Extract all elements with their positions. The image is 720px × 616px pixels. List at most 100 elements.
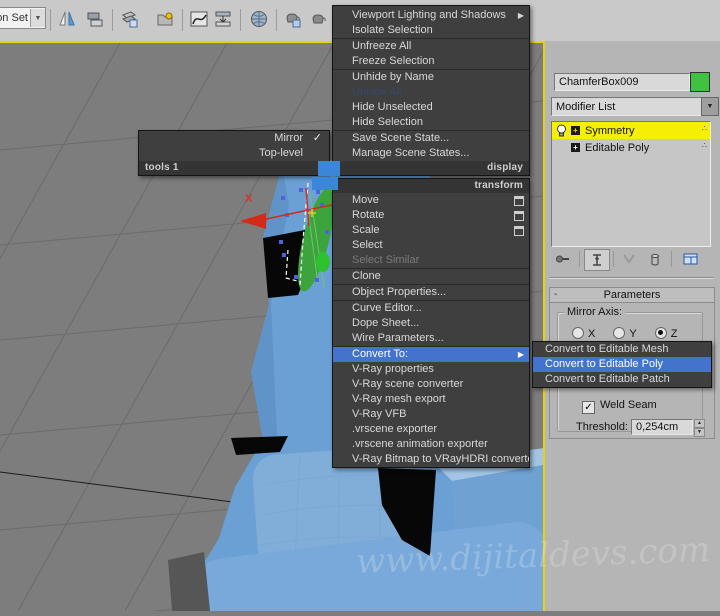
toolbar-button-layer-manager[interactable] [116,6,142,32]
toolbar-button-align[interactable] [82,6,108,32]
settings-box-icon[interactable] [514,226,524,236]
toolbar-button-curve-editor[interactable] [186,6,212,32]
collapse-icon[interactable]: - [554,288,557,302]
menu-item-mirror[interactable]: Mirror ✓ [139,131,329,146]
submenu-arrow-icon: ▶ [517,11,524,20]
menu-item-wire-parameters[interactable]: Wire Parameters... [333,331,529,346]
toolbar-button-schematic-view[interactable] [210,6,236,32]
quad-menu-tools1: Mirror ✓ Top-level tools 1 [138,130,330,176]
menu-item-scale[interactable]: Scale [333,223,529,238]
toolbar-button-scene-explorer[interactable] [152,6,178,32]
axis-x-radio[interactable]: X [572,327,595,340]
menu-item-vray-properties[interactable]: V-Ray properties [333,362,529,377]
menu-item-convert-editable-mesh[interactable]: Convert to Editable Mesh [533,342,711,357]
quad-header-display: display [333,161,529,175]
stack-grip-icon: ∴ [701,124,707,133]
menu-item-freeze-selection[interactable]: Freeze Selection [333,54,529,69]
pin-icon [556,255,569,263]
chevron-down-icon[interactable]: ▼ [701,97,719,116]
menu-item-convert-editable-poly[interactable]: Convert to Editable Poly [533,357,711,372]
menu-item-manage-scene-states[interactable]: Manage Scene States... [333,146,529,161]
quad-header-transform: transform [333,179,529,193]
configure-modifier-sets-button[interactable] [679,249,703,269]
menu-item-select[interactable]: Select [333,238,529,253]
object-name: ChamferBox009 [559,76,639,88]
spinner-up-icon[interactable]: ▲ [694,419,705,428]
quad-center-marker[interactable] [318,161,340,176]
menu-item-vray-scene-converter[interactable]: V-Ray scene converter [333,377,529,392]
threshold-spinner[interactable]: ▲ ▼ [694,419,705,437]
menu-item-unhide-by-name[interactable]: Unhide by Name [333,70,529,85]
modifier-list-label: Modifier List [556,100,616,113]
modifier-list-dropdown[interactable]: Modifier List ▼ [551,97,719,116]
menu-item-save-scene-state[interactable]: Save Scene State... [333,131,529,146]
schematic-view-icon [215,11,231,27]
threshold-field[interactable]: 0,254cm [631,419,693,435]
toolbar-button-render-setup[interactable] [280,6,306,32]
object-color-swatch[interactable] [690,72,710,92]
stack-grip-icon: ∴ [701,141,707,150]
menu-item-vray-mesh-export[interactable]: V-Ray mesh export [333,392,529,407]
submenu-arrow-icon: ▶ [517,350,524,359]
stack-item-label: Symmetry [585,124,635,137]
toolbar-button-material-editor[interactable] [246,6,272,32]
weld-seam-checkbox[interactable]: ✓ Weld Seam [582,399,657,414]
quad-center-marker[interactable] [312,177,338,190]
named-selection-set-dropdown[interactable]: on Set ▼ [0,7,46,29]
spinner-down-icon[interactable]: ▼ [694,428,705,437]
quad-header-tools1: tools 1 [139,161,329,175]
pin-stack-button[interactable] [551,249,575,269]
menu-item-unfreeze-all[interactable]: Unfreeze All [333,39,529,54]
menu-item-convert-editable-patch[interactable]: Convert to Editable Patch [533,372,711,387]
settings-box-icon[interactable] [514,196,524,206]
modifier-stack: + Symmetry ∴ + Editable Poly ∴ [551,121,711,247]
separator [579,251,580,267]
stack-item-editable-poly[interactable]: + Editable Poly ∴ [552,139,710,156]
menu-item-convert-to[interactable]: Convert To: ▶ [333,347,529,362]
object-name-field[interactable]: ChamferBox009 [554,73,690,91]
axis-y-radio[interactable]: Y [613,327,637,340]
x-axis-arrowhead[interactable] [240,213,266,229]
divider [549,277,713,279]
menu-item-vray-bitmap-converter[interactable]: V-Ray Bitmap to VRayHDRI converter [333,452,529,467]
menu-item-object-properties[interactable]: Object Properties... [333,285,529,300]
expand-icon[interactable]: + [571,143,580,152]
separator [613,251,614,267]
lightbulb-icon[interactable] [556,124,567,137]
menu-item-clone[interactable]: Clone [333,269,529,284]
scene-explorer-icon [157,12,173,26]
show-end-result-button[interactable] [584,249,610,271]
menu-item-vrscene-exporter[interactable]: .vrscene exporter [333,422,529,437]
menu-item-hide-selection[interactable]: Hide Selection [333,115,529,130]
settings-box-icon[interactable] [514,211,524,221]
toolbar-button-mirror[interactable] [54,6,80,32]
render-icon [312,14,326,24]
gizmo-green-handle[interactable] [316,252,330,272]
chair-base-shadow [168,552,210,611]
quad-menu-display: Viewport Lighting and Shadows ▶ Isolate … [332,5,530,176]
rollout-header[interactable]: - Parameters [550,288,714,303]
menu-item-curve-editor[interactable]: Curve Editor... [333,301,529,316]
stack-item-label: Editable Poly [585,141,650,154]
menu-item-rotate[interactable]: Rotate [333,208,529,223]
menu-item-vray-vfb[interactable]: V-Ray VFB [333,407,529,422]
menu-item-isolate-selection[interactable]: Isolate Selection [333,23,529,38]
menu-item-dope-sheet[interactable]: Dope Sheet... [333,316,529,331]
expand-icon[interactable]: + [571,126,580,135]
mirror-icon [59,11,75,26]
stack-item-symmetry[interactable]: + Symmetry ∴ [552,122,710,139]
menu-item-select-similar: Select Similar [352,254,420,266]
menu-item-move[interactable]: Move [333,193,529,208]
command-panel: ChamferBox009 Modifier List ▼ + Symmetry… [545,0,720,611]
remove-modifier-button[interactable] [643,249,667,269]
selection-set-value: on Set [0,12,28,24]
axis-z-radio[interactable]: Z [654,327,677,340]
toolbar-button-render[interactable] [306,6,332,32]
chevron-down-icon[interactable]: ▼ [30,9,45,27]
menu-item-top-level[interactable]: Top-level [139,146,329,161]
make-unique-button[interactable] [617,249,641,269]
menu-item-unhide-all[interactable]: Unhide All [333,85,529,100]
menu-item-hide-unselected[interactable]: Hide Unselected [333,100,529,115]
menu-item-vrscene-animation-exporter[interactable]: .vrscene animation exporter [333,437,529,452]
menu-item-viewport-lighting[interactable]: Viewport Lighting and Shadows ▶ [333,8,529,23]
